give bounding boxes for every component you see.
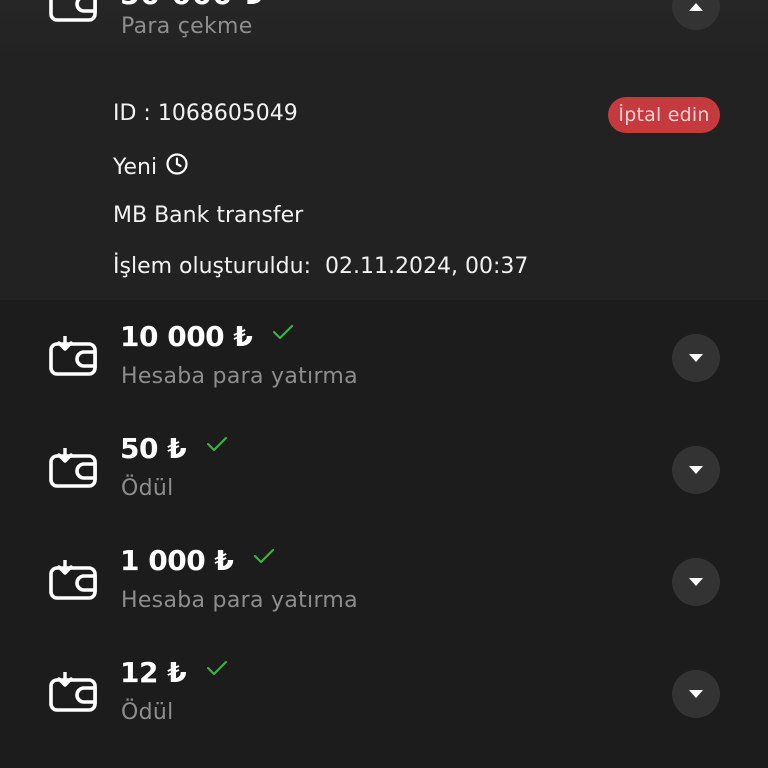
created-at: İşlem oluşturuldu: 02.11.2024, 00:37 — [113, 254, 528, 279]
transaction-status: Yeni — [113, 152, 189, 182]
transaction-amount: 1 000 ₺ — [120, 544, 234, 577]
chevron-up-icon — [687, 0, 705, 16]
transaction-id: ID : 1068605049 — [113, 101, 298, 126]
transaction-type: Ödül — [121, 700, 174, 725]
status-label: Yeni — [113, 154, 158, 180]
transaction-amount: 50 ₺ — [120, 432, 187, 465]
chevron-down-icon — [687, 461, 705, 480]
collapse-button[interactable] — [672, 0, 720, 30]
transaction-amount: 50 000 ₺ — [120, 0, 264, 11]
created-value: 02.11.2024, 00:37 — [325, 254, 529, 279]
transaction-row[interactable]: 10 000 ₺ Hesaba para yatırma — [0, 302, 768, 414]
transaction-type: Ödül — [121, 476, 174, 501]
chevron-down-icon — [687, 573, 705, 592]
amount-line: 12 ₺ — [120, 656, 228, 689]
transaction-details: ID : 1068605049 İptal edin Yeni MB Bank … — [0, 64, 768, 300]
checkmark-icon — [206, 436, 228, 456]
transaction-row[interactable]: 50 ₺ Ödül — [0, 414, 768, 526]
transaction-amount: 12 ₺ — [120, 656, 187, 689]
cancel-button[interactable]: İptal edin — [608, 97, 720, 133]
transaction-type: Hesaba para yatırma — [121, 588, 358, 613]
created-label: İşlem oluşturuldu: — [113, 254, 311, 279]
expand-button[interactable] — [672, 334, 720, 382]
transaction-type: Hesaba para yatırma — [121, 364, 358, 389]
amount-line: 50 ₺ — [120, 432, 228, 465]
wallet-icon — [48, 670, 98, 720]
wallet-icon — [48, 0, 98, 30]
transaction-row[interactable]: 12 ₺ Ödül — [0, 638, 768, 750]
transaction-type: Para çekme — [121, 14, 253, 39]
checkmark-icon — [206, 660, 228, 680]
chevron-down-icon — [687, 685, 705, 704]
transaction-amount: 10 000 ₺ — [120, 320, 253, 353]
expand-button[interactable] — [672, 446, 720, 494]
amount-line: 10 000 ₺ — [120, 320, 294, 353]
checkmark-icon — [253, 548, 275, 568]
expand-button[interactable] — [672, 558, 720, 606]
expand-button[interactable] — [672, 670, 720, 718]
wallet-icon — [48, 558, 98, 608]
chevron-down-icon — [687, 349, 705, 368]
amount-line: 1 000 ₺ — [120, 544, 275, 577]
payment-method: MB Bank transfer — [113, 203, 304, 228]
clock-icon — [165, 152, 189, 182]
wallet-icon — [48, 334, 98, 384]
transaction-row[interactable]: 1 000 ₺ Hesaba para yatırma — [0, 526, 768, 638]
checkmark-icon — [272, 324, 294, 344]
wallet-icon — [48, 446, 98, 496]
transaction-row-withdrawal[interactable]: 50 000 ₺ Para çekme — [0, 0, 768, 64]
